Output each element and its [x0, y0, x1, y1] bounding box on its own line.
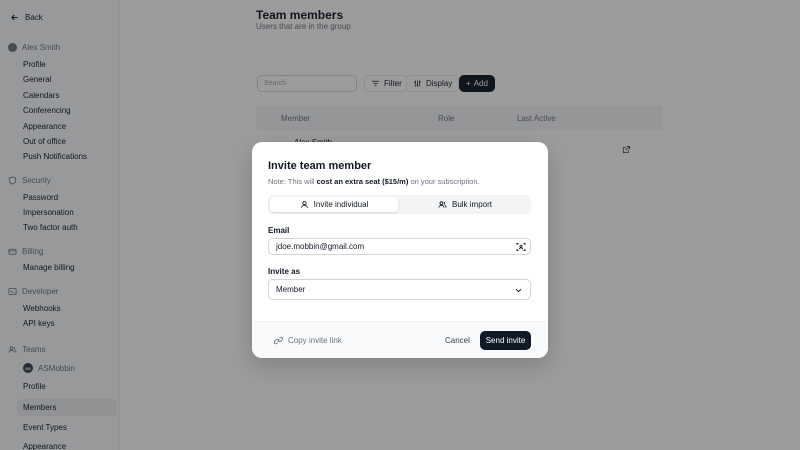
- email-value: jdoe.mobbin@gmail.com: [276, 242, 365, 251]
- tab-bulk-import[interactable]: Bulk import: [401, 197, 529, 212]
- chevron-down-icon: [515, 288, 522, 293]
- users-icon: [438, 201, 447, 208]
- tab-invite-individual[interactable]: Invite individual: [270, 197, 398, 212]
- scan-icon[interactable]: [516, 242, 526, 252]
- invite-member-dialog: Invite team member Note: This will cost …: [252, 142, 548, 358]
- copy-invite-link-button[interactable]: Copy invite link: [274, 336, 342, 345]
- invite-mode-toggle: Invite individual Bulk import: [268, 195, 531, 214]
- dialog-title: Invite team member: [268, 160, 372, 172]
- role-select[interactable]: Member: [268, 279, 531, 300]
- link-icon: [274, 336, 283, 345]
- note-prefix: Note: This will: [268, 177, 317, 186]
- seat-cost-note: Note: This will cost an extra seat ($15/…: [268, 177, 480, 186]
- send-invite-button[interactable]: Send invite: [480, 331, 531, 350]
- tab-invite-individual-label: Invite individual: [313, 200, 369, 209]
- dialog-footer: Copy invite link Cancel Send invite: [252, 321, 548, 358]
- invite-as-label: Invite as: [268, 267, 301, 276]
- user-icon: [300, 200, 308, 208]
- email-label: Email: [268, 226, 290, 235]
- email-field[interactable]: jdoe.mobbin@gmail.com: [268, 238, 531, 255]
- note-cost: cost an extra seat ($15/m): [316, 177, 409, 186]
- note-suffix: on your subscription.: [408, 177, 480, 186]
- tab-bulk-import-label: Bulk import: [451, 200, 492, 209]
- cancel-button[interactable]: Cancel: [445, 336, 470, 345]
- role-select-value: Member: [276, 285, 306, 294]
- copy-invite-link-label: Copy invite link: [288, 336, 342, 345]
